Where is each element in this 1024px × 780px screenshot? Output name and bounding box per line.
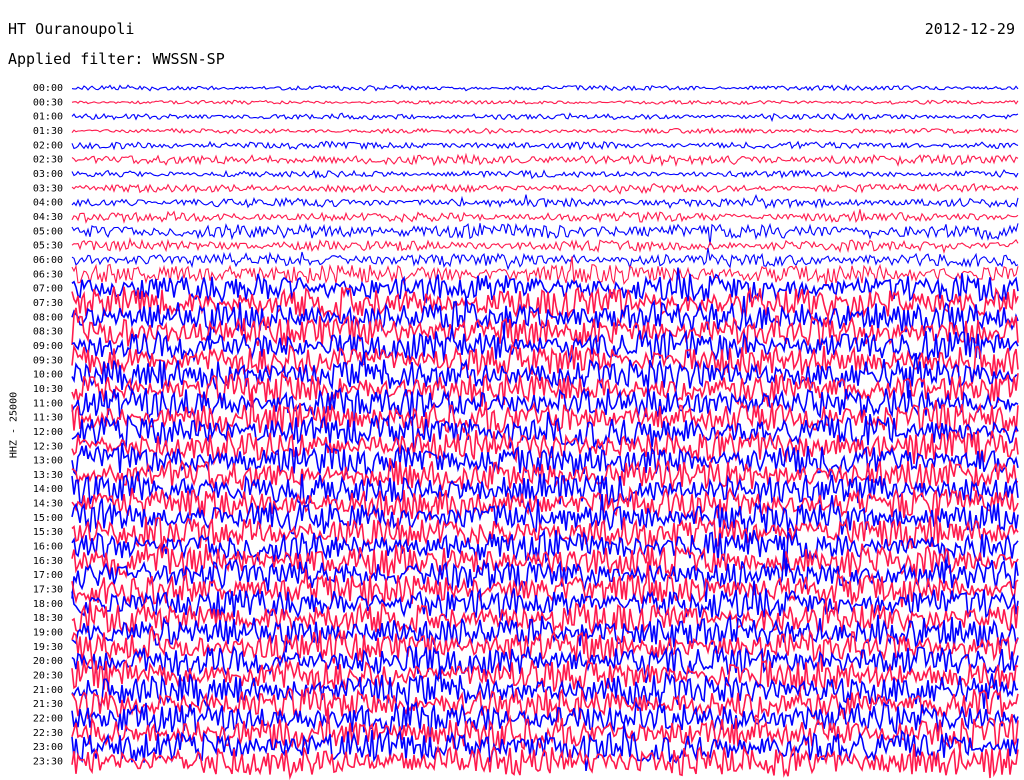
time-label: 13:30	[33, 470, 63, 481]
time-label: 08:30	[33, 327, 63, 338]
time-label: 14:00	[33, 484, 63, 495]
time-label: 07:30	[33, 298, 63, 309]
time-label: 00:30	[33, 97, 63, 108]
trace-0300	[71, 169, 1019, 180]
time-label: 22:00	[33, 714, 63, 725]
trace-0100	[71, 112, 1019, 123]
trace-1300	[71, 442, 1019, 479]
time-label: 16:00	[33, 542, 63, 553]
trace-0600	[71, 247, 1019, 271]
time-label: 06:00	[33, 255, 63, 266]
time-label: 06:30	[33, 269, 63, 280]
time-label: 18:00	[33, 599, 63, 610]
time-label: 14:30	[33, 499, 63, 510]
time-label: 05:30	[33, 241, 63, 252]
trace-0430	[71, 209, 1019, 224]
time-label: 11:30	[33, 413, 63, 424]
trace-0130	[71, 127, 1019, 135]
time-label: 02:30	[33, 155, 63, 166]
time-label: 00:00	[33, 83, 63, 94]
time-label: 11:00	[33, 398, 63, 409]
time-label: 19:00	[33, 628, 63, 639]
time-label: 22:30	[33, 728, 63, 739]
time-label: 10:00	[33, 370, 63, 381]
time-label: 21:00	[33, 685, 63, 696]
time-label: 23:00	[33, 742, 63, 753]
trace-0230	[71, 152, 1019, 167]
time-label: 05:00	[33, 226, 63, 237]
trace-0400	[71, 194, 1019, 210]
trace-group	[71, 84, 1019, 780]
time-label: 18:30	[33, 613, 63, 624]
time-label: 01:30	[33, 126, 63, 137]
time-label: 15:00	[33, 513, 63, 524]
trace-0030	[71, 99, 1019, 105]
time-label: 15:30	[33, 527, 63, 538]
time-label: 23:30	[33, 757, 63, 768]
trace-0530	[71, 236, 1019, 255]
time-label: 04:30	[33, 212, 63, 223]
trace-0500	[71, 222, 1019, 246]
time-label: 08:00	[33, 312, 63, 323]
trace-1200	[71, 411, 1019, 454]
time-label: 21:30	[33, 699, 63, 710]
seismogram-plot: 00:00 00:30 01:00 01:30 02:00 02:30 03:00 03:30…	[33, 83, 1019, 780]
time-label: 20:00	[33, 656, 63, 667]
trace-0000	[71, 84, 1019, 92]
time-label: 16:30	[33, 556, 63, 567]
time-label: 03:00	[33, 169, 63, 180]
time-label: 01:00	[33, 112, 63, 123]
time-label: 07:00	[33, 284, 63, 295]
time-label: 19:30	[33, 642, 63, 653]
time-label: 12:00	[33, 427, 63, 438]
time-label: 17:00	[33, 570, 63, 581]
time-label: 12:30	[33, 441, 63, 452]
trace-0330	[71, 182, 1019, 195]
time-label: 09:30	[33, 355, 63, 366]
time-labels: 00:00 00:30 01:00 01:30 02:00 02:30 03:00 03:30…	[33, 83, 63, 768]
time-label: 03:30	[33, 183, 63, 194]
time-label: 20:30	[33, 671, 63, 682]
trace-1900	[71, 614, 1019, 653]
time-label: 17:30	[33, 585, 63, 596]
time-label: 10:30	[33, 384, 63, 395]
time-label: 02:00	[33, 140, 63, 151]
time-label: 13:00	[33, 456, 63, 467]
time-label: 09:00	[33, 341, 63, 352]
trace-0200	[71, 140, 1019, 151]
time-label: 04:00	[33, 198, 63, 209]
